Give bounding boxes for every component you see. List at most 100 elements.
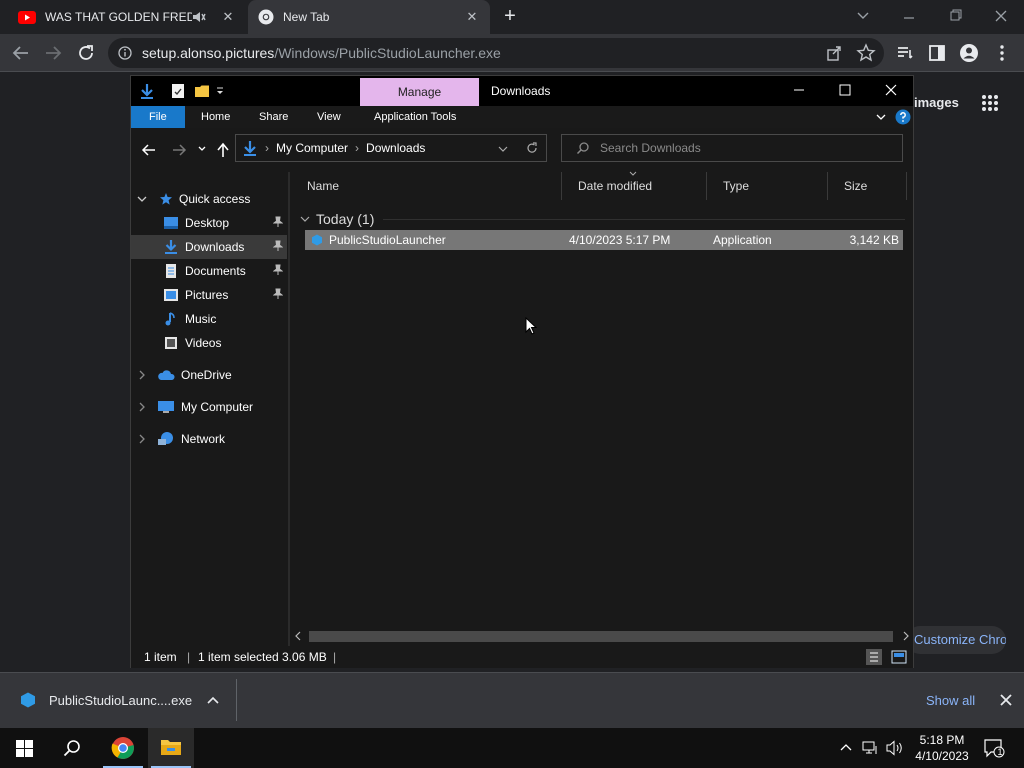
explorer-maximize-icon[interactable]: [822, 76, 868, 106]
explorer-address-bar[interactable]: › My Computer › Downloads: [235, 134, 547, 162]
column-header-name[interactable]: Name: [291, 172, 562, 200]
ribbon-tab-file[interactable]: File: [131, 106, 185, 128]
videos-icon: [163, 336, 179, 350]
tab-new-tab[interactable]: New Tab ✕: [248, 0, 490, 34]
up-arrow-icon[interactable]: [215, 142, 231, 158]
pane-splitter[interactable]: [288, 172, 290, 646]
pin-icon[interactable]: [273, 264, 283, 276]
side-panel-icon[interactable]: [926, 42, 948, 64]
download-options-chevron-icon[interactable]: [206, 694, 220, 706]
file-explorer-folder-icon: [160, 737, 182, 757]
nav-desktop[interactable]: Desktop: [131, 211, 287, 235]
status-separator: |: [333, 650, 337, 664]
nav-videos[interactable]: Videos: [131, 331, 287, 355]
google-apps-icon[interactable]: [981, 94, 999, 112]
customize-quick-access-icon[interactable]: [215, 84, 225, 98]
breadcrumb-my-computer[interactable]: My Computer: [276, 141, 348, 155]
tab-search-icon[interactable]: [849, 6, 877, 26]
download-item-name[interactable]: PublicStudioLaunc....exe: [49, 693, 192, 708]
back-arrow-icon[interactable]: [10, 42, 32, 64]
scroll-right-icon[interactable]: [901, 631, 911, 641]
nav-downloads[interactable]: Downloads: [131, 235, 287, 259]
nav-quick-access[interactable]: Quick access: [131, 187, 287, 211]
group-header-today[interactable]: Today (1): [299, 208, 374, 230]
close-icon[interactable]: [987, 6, 1015, 26]
ribbon-tab-share[interactable]: Share: [245, 106, 302, 128]
expand-ribbon-icon[interactable]: [875, 111, 887, 123]
status-separator: |: [187, 650, 191, 664]
nav-onedrive[interactable]: OneDrive: [131, 363, 287, 387]
explorer-close-icon[interactable]: [868, 76, 914, 106]
help-icon[interactable]: [895, 109, 911, 125]
chevron-down-icon[interactable]: [137, 194, 147, 204]
recent-locations-icon[interactable]: [197, 144, 207, 154]
horizontal-scrollbar[interactable]: [291, 628, 913, 645]
explorer-minimize-icon[interactable]: [776, 76, 822, 106]
file-row-selected[interactable]: PublicStudioLauncher 4/10/2023 5:17 PM A…: [305, 230, 903, 250]
scrollbar-thumb[interactable]: [309, 631, 893, 642]
nav-network[interactable]: Network: [131, 427, 287, 451]
chevron-right-icon[interactable]: [137, 402, 147, 412]
address-dropdown-icon[interactable]: [498, 144, 508, 154]
scroll-left-icon[interactable]: [293, 631, 303, 641]
refresh-icon[interactable]: [526, 142, 538, 154]
taskbar-chrome-button[interactable]: [100, 728, 146, 768]
show-all-downloads-link[interactable]: Show all: [926, 693, 975, 708]
forward-arrow-icon[interactable]: [42, 42, 64, 64]
nav-music[interactable]: Music: [131, 307, 287, 331]
chevron-right-icon[interactable]: [137, 434, 147, 444]
windows-start-icon[interactable]: [16, 740, 33, 757]
taskbar-file-explorer-button[interactable]: [148, 728, 194, 768]
selection-info: 1 item selected 3.06 MB: [198, 650, 327, 664]
taskbar-clock[interactable]: 5:18 PM 4/10/2023: [902, 732, 982, 764]
nav-label: Downloads: [185, 240, 245, 254]
show-hidden-icons-chevron[interactable]: [840, 742, 852, 752]
collapse-group-icon[interactable]: [299, 214, 311, 224]
customize-chrome-button[interactable]: Customize Chrome: [906, 626, 1006, 654]
pin-icon[interactable]: [273, 288, 283, 300]
column-header-size[interactable]: Size: [828, 172, 907, 200]
explorer-back-icon[interactable]: [141, 142, 157, 158]
new-tab-button[interactable]: +: [500, 6, 520, 26]
manage-ribbon-tab[interactable]: Manage: [360, 78, 479, 106]
images-link[interactable]: images: [914, 95, 959, 110]
nav-my-computer[interactable]: My Computer: [131, 395, 287, 419]
nav-documents[interactable]: Documents: [131, 259, 287, 283]
tab-youtube[interactable]: WAS THAT GOLDEN FREDDY ✕: [8, 0, 246, 34]
new-folder-icon[interactable]: [194, 83, 210, 99]
ribbon-tab-application-tools[interactable]: Application Tools: [360, 106, 470, 128]
details-view-icon[interactable]: [866, 649, 882, 665]
column-header-type[interactable]: Type: [707, 172, 828, 200]
search-downloads-input[interactable]: Search Downloads: [561, 134, 903, 162]
music-icon: [163, 312, 179, 326]
computer-icon: [157, 400, 175, 414]
network-tray-icon[interactable]: [862, 740, 880, 756]
site-info-icon[interactable]: [118, 46, 132, 60]
tab-close-button[interactable]: ✕: [220, 9, 236, 25]
sort-indicator-icon: [629, 171, 637, 177]
profile-avatar-icon[interactable]: [958, 42, 980, 64]
speaker-icon[interactable]: [192, 11, 206, 23]
large-icons-view-icon[interactable]: [891, 649, 907, 665]
explorer-forward-icon[interactable]: [171, 142, 187, 158]
chevron-right-icon[interactable]: [137, 370, 147, 380]
share-icon[interactable]: [823, 42, 845, 64]
close-shelf-icon[interactable]: [999, 693, 1013, 707]
nav-pictures[interactable]: Pictures: [131, 283, 287, 307]
ribbon-tab-home[interactable]: Home: [187, 106, 244, 128]
tab-close-button[interactable]: ✕: [464, 9, 480, 25]
pin-icon[interactable]: [273, 240, 283, 252]
restore-icon[interactable]: [941, 6, 969, 26]
kebab-menu-icon[interactable]: [991, 42, 1013, 64]
reload-icon[interactable]: [75, 42, 97, 64]
taskbar-search-icon[interactable]: [63, 739, 81, 757]
pin-icon[interactable]: [273, 216, 283, 228]
minimize-icon[interactable]: [895, 6, 923, 26]
tab-strip: WAS THAT GOLDEN FREDDY ✕ New Tab ✕ +: [0, 0, 1024, 34]
bookmark-star-icon[interactable]: [855, 42, 877, 64]
address-bar[interactable]: setup.alonso.pictures/Windows/PublicStud…: [108, 38, 884, 68]
breadcrumb-downloads[interactable]: Downloads: [366, 141, 425, 155]
reading-list-icon[interactable]: [894, 42, 916, 64]
properties-icon[interactable]: [171, 83, 185, 99]
ribbon-tab-view[interactable]: View: [303, 106, 355, 128]
